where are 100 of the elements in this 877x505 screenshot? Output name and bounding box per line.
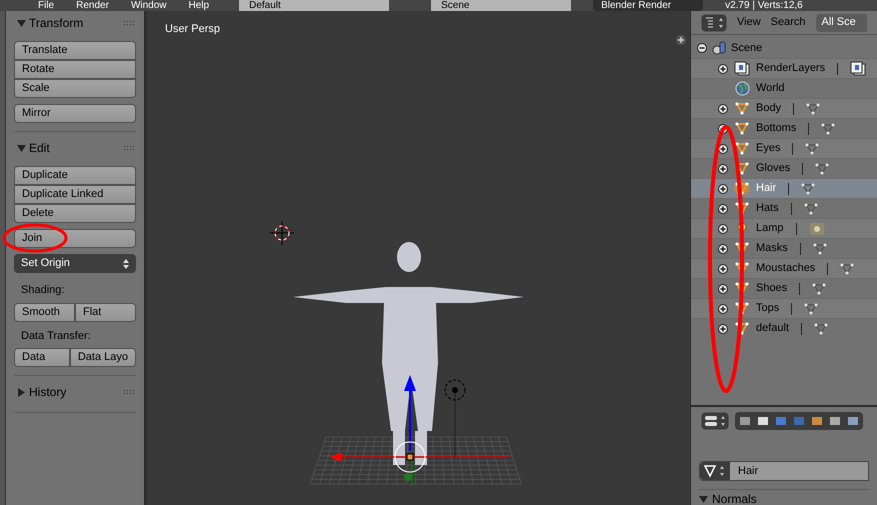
- mesh-data-icon: [812, 242, 827, 254]
- tree-row[interactable]: World: [691, 78, 877, 98]
- panel-header[interactable]: Normals: [699, 489, 869, 505]
- tree-row[interactable]: Hair: [691, 178, 877, 198]
- mesh-data-icon: [840, 262, 854, 274]
- panel-title: History: [29, 384, 68, 401]
- plus-icon[interactable]: [676, 35, 686, 45]
- mesh-object-icon: [735, 202, 749, 215]
- menu-item[interactable]: Help: [188, 0, 210, 11]
- tree-item-label: default: [756, 321, 790, 336]
- tree-row[interactable]: Shoes: [691, 278, 877, 298]
- tool-button[interactable]: Data: [14, 348, 70, 367]
- tree-row[interactable]: Tops: [691, 298, 877, 318]
- set-origin-dropdown[interactable]: Set Origin: [14, 254, 136, 273]
- updown-icon: [123, 258, 129, 270]
- tree-row[interactable]: Moustaches: [691, 258, 877, 278]
- scene-field[interactable]: Scene: [431, 0, 572, 11]
- mesh-data-icon: [814, 322, 828, 334]
- menu-item[interactable]: File: [38, 0, 54, 11]
- tool-button[interactable]: Translate: [14, 41, 136, 60]
- drag-grip-icon: [124, 390, 136, 394]
- tree-row[interactable]: RenderLayers: [691, 58, 877, 78]
- outliner-type-icon[interactable]: [701, 14, 727, 32]
- expand-icon[interactable]: [718, 264, 728, 274]
- tree-row[interactable]: Eyes: [691, 138, 877, 158]
- expand-icon[interactable]: [718, 244, 728, 254]
- mesh-object-icon: [735, 142, 749, 155]
- tree-item-label: Masks: [756, 241, 788, 256]
- section-label: Data Transfer:: [20, 328, 92, 344]
- 3d-cursor-icon: [270, 220, 294, 246]
- context-tabs[interactable]: [735, 412, 863, 430]
- panel-title: Edit: [29, 140, 51, 157]
- tree-row[interactable]: Body: [691, 98, 877, 118]
- mesh-data-icon: [821, 122, 836, 134]
- render-engine-dropdown[interactable]: Blender Render: [593, 0, 704, 11]
- view-label: User Persp: [165, 22, 220, 37]
- annotation-ellipse: [2, 223, 68, 253]
- tool-button[interactable]: Duplicate: [14, 166, 136, 185]
- mesh-object-icon: [735, 302, 749, 315]
- mesh-object-icon: [735, 282, 749, 295]
- tool-button[interactable]: Smooth: [14, 302, 75, 322]
- tree-row[interactable]: Masks: [691, 238, 877, 258]
- mesh-data-icon: [804, 302, 818, 314]
- tool-button[interactable]: Data Layo: [70, 348, 136, 367]
- tree-row[interactable]: Bottoms: [691, 118, 877, 138]
- expand-icon[interactable]: [718, 164, 728, 174]
- tree-item-label: Hair: [756, 181, 776, 196]
- mesh-data-icon[interactable]: [700, 462, 730, 480]
- expand-icon[interactable]: [718, 224, 728, 234]
- tree-item-label: Bottoms: [756, 121, 796, 136]
- tree-item-label: Lamp: [756, 221, 784, 236]
- mesh-data-icon: [801, 182, 816, 194]
- expand-icon[interactable]: [718, 64, 728, 74]
- expand-icon[interactable]: [718, 284, 728, 294]
- expand-icon[interactable]: [718, 324, 728, 334]
- tool-button[interactable]: Flat: [75, 302, 136, 322]
- mesh-data-icon: [805, 142, 820, 154]
- menu-item[interactable]: Render: [76, 0, 109, 11]
- expand-icon[interactable]: [718, 204, 728, 214]
- mesh-object-icon: [735, 322, 749, 335]
- tree-item-label: Tops: [756, 301, 780, 316]
- mesh-name-field[interactable]: Hair: [699, 461, 869, 481]
- mesh-data-icon: [815, 162, 830, 174]
- expand-icon[interactable]: [718, 304, 728, 314]
- tree-row[interactable]: Gloves: [691, 158, 877, 178]
- drag-grip-icon: [124, 146, 136, 150]
- menu-item[interactable]: Window: [130, 0, 167, 11]
- mesh-object-icon: [735, 182, 749, 195]
- tool-button[interactable]: Scale: [14, 79, 136, 98]
- editor-type-icon[interactable]: [701, 412, 729, 430]
- view-menu[interactable]: View: [737, 14, 761, 31]
- tree-row[interactable]: Scene: [691, 38, 877, 58]
- tool-button[interactable]: Rotate: [14, 60, 136, 79]
- mesh-object-icon: [735, 122, 749, 135]
- collapse-icon[interactable]: [697, 43, 707, 53]
- lamp-data-icon: [808, 222, 825, 236]
- tool-button[interactable]: Join: [14, 229, 136, 248]
- mesh-object-icon: [735, 102, 749, 115]
- panel-header[interactable]: Transform: [14, 13, 136, 33]
- tool-button[interactable]: Mirror: [14, 104, 136, 123]
- scene-stats: v2.79 | Verts:12,6: [725, 0, 803, 11]
- tree-row[interactable]: default: [691, 318, 877, 338]
- tree-item-label: Gloves: [756, 161, 790, 176]
- panel-header[interactable]: History: [14, 382, 136, 402]
- tool-button[interactable]: Delete: [14, 204, 136, 223]
- tree-item-label: Body: [756, 101, 782, 116]
- panel-title: Transform: [29, 15, 84, 32]
- expand-icon[interactable]: [718, 184, 728, 194]
- tree-row[interactable]: Hats: [691, 198, 877, 218]
- search-menu[interactable]: Search: [770, 14, 806, 31]
- panel-header[interactable]: Edit: [14, 138, 136, 158]
- layout-field[interactable]: Default: [239, 0, 390, 11]
- mesh-data-icon: [804, 202, 818, 214]
- tree-item-label: Scene: [731, 40, 762, 56]
- drag-grip-icon: [124, 20, 136, 26]
- tool-button[interactable]: Duplicate Linked: [14, 185, 136, 204]
- display-mode-dropdown[interactable]: All Sce: [816, 14, 867, 32]
- tree-item-label: Moustaches: [756, 261, 816, 276]
- tree-item-label: Hats: [756, 201, 779, 216]
- expand-icon[interactable]: [718, 104, 728, 114]
